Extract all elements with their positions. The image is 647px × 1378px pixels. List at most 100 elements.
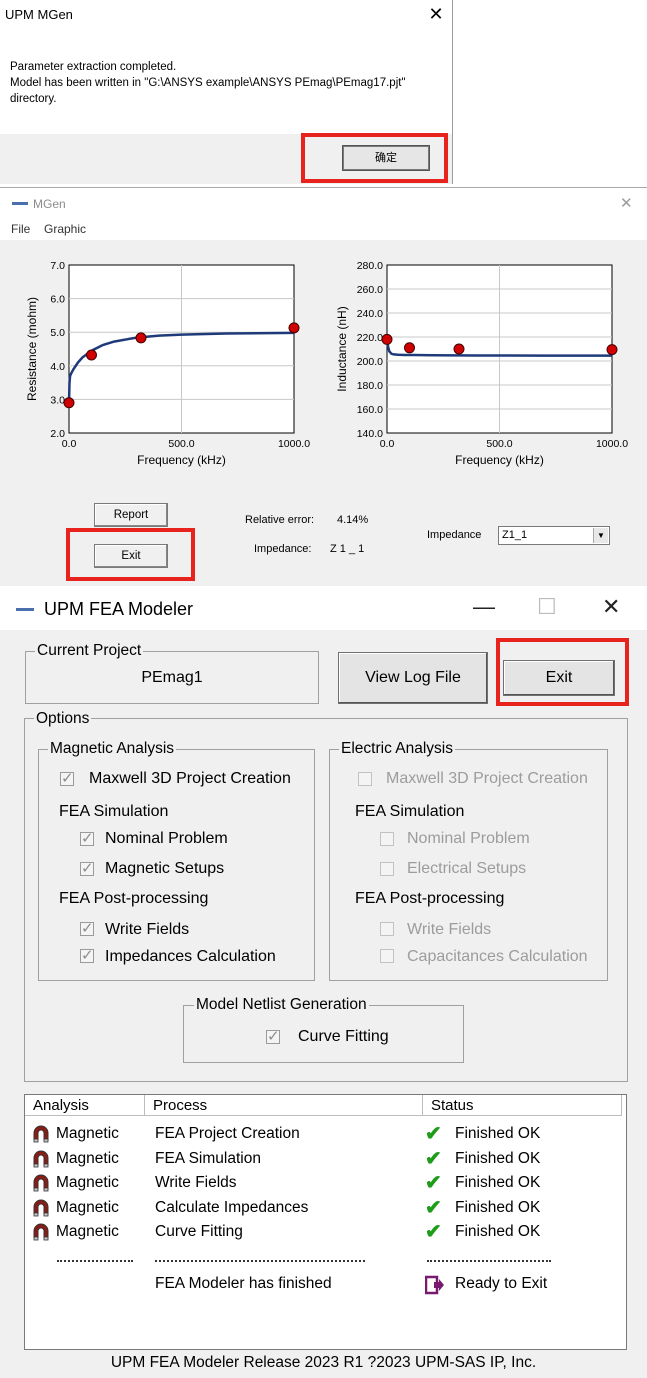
column-header-analysis[interactable]: Analysis	[25, 1095, 145, 1116]
maxwell-project-checkbox[interactable]	[60, 769, 74, 787]
y-tick-label: 3.0	[50, 394, 65, 406]
check-icon: ✔	[425, 1221, 442, 1243]
electric-nominal-problem-checkbox[interactable]	[380, 832, 394, 846]
separator-dots	[155, 1260, 365, 1262]
impedances-calculation-label: Impedances Calculation	[105, 948, 276, 965]
impedances-calculation-checkbox[interactable]	[80, 946, 94, 964]
electric-fea-simulation-label: FEA Simulation	[355, 803, 465, 820]
magnet-icon	[33, 1223, 49, 1241]
dropdown-arrow-icon[interactable]: ▼	[593, 528, 608, 543]
row-analysis: Magnetic	[56, 1149, 119, 1167]
curve-fitting-checkbox[interactable]	[266, 1027, 280, 1045]
column-header-process[interactable]: Process	[145, 1095, 423, 1116]
row-status: Finished OK	[455, 1174, 541, 1191]
magnet-icon	[33, 1174, 49, 1192]
maximize-icon[interactable]: ☐	[537, 594, 557, 620]
check-icon: ✔	[425, 1123, 442, 1145]
check-icon: ✔	[425, 1147, 442, 1170]
row-status: Finished OK	[455, 1223, 541, 1240]
curve-fitting-label: Curve Fitting	[298, 1028, 389, 1045]
row-status: Finished OK	[455, 1198, 541, 1216]
y-tick-label: 200.0	[357, 356, 383, 368]
menu-graphic[interactable]: Graphic	[44, 222, 86, 236]
row-analysis: Magnetic	[56, 1125, 119, 1142]
magnetic-setups-label: Magnetic Setups	[105, 860, 225, 877]
y-tick-label: 240.0	[357, 308, 383, 320]
dialog-title: UPM MGen	[5, 7, 73, 22]
report-button[interactable]: Report	[94, 503, 168, 527]
column-header-status[interactable]: Status	[423, 1095, 622, 1116]
measured-point	[63, 397, 75, 409]
measured-point	[381, 333, 393, 345]
dialog-message-line: directory.	[10, 93, 57, 105]
dialog-message-line: Model has been written in "G:\ANSYS exam…	[10, 77, 406, 89]
mgen-close-icon[interactable]: ✕	[620, 194, 633, 212]
relative-error-value: 4.14%	[337, 514, 369, 526]
view-log-button[interactable]: View Log File	[338, 652, 488, 704]
fea-close-icon[interactable]: ✕	[602, 594, 620, 620]
x-tick-label: 500.0	[168, 438, 194, 450]
row-process: FEA Simulation	[155, 1149, 261, 1167]
model-netlist-title: Model Netlist Generation	[194, 996, 369, 1014]
measured-point	[288, 322, 300, 334]
mgen-titlebar	[0, 188, 647, 218]
write-fields-label: Write Fields	[105, 921, 190, 938]
dialog-close-icon[interactable]: ✕	[424, 2, 448, 26]
mgen-window: MGen ✕ File Graphic 0.0 500.0 1000.0 2.0 3.0…	[0, 187, 647, 586]
mgen-menubar	[0, 218, 647, 240]
current-project-value: PEmag1	[141, 669, 203, 686]
row-analysis: Magnetic	[56, 1174, 119, 1191]
electrical-setups-label: Electrical Setups	[407, 860, 527, 877]
measured-point	[453, 343, 465, 355]
electrical-setups-checkbox[interactable]	[380, 862, 394, 876]
electric-write-fields-checkbox[interactable]	[380, 922, 394, 936]
dialog-message-line: Parameter extraction completed.	[10, 61, 177, 73]
y-tick-label: 280.0	[357, 260, 383, 272]
resistance-chart: 0.0 500.0 1000.02.03.04.05.06.07.0Frequenc…	[25, 260, 310, 467]
electric-fea-post-processing-label: FEA Post-processing	[355, 890, 505, 907]
row-status: Finished OK	[455, 1149, 541, 1167]
app-icon	[16, 608, 34, 611]
electric-maxwell-project-checkbox[interactable]	[358, 772, 372, 786]
y-axis-label: Inductance (nH)	[335, 306, 349, 391]
current-project-label: Current Project	[35, 642, 144, 660]
impedance-label: Impedance:	[254, 543, 312, 555]
x-tick-label: 1000.0	[596, 438, 628, 450]
separator-dots	[57, 1260, 133, 1262]
row-analysis: Magnetic	[56, 1223, 119, 1240]
check-icon: ✔	[425, 1196, 442, 1219]
y-tick-label: 5.0	[50, 327, 65, 339]
y-tick-label: 160.0	[357, 404, 383, 416]
y-tick-label: 2.0	[50, 428, 65, 440]
status-list[interactable]: Analysis Process Status Magnetic FEA Proj…	[24, 1094, 627, 1350]
nominal-problem-checkbox[interactable]	[80, 829, 94, 847]
minimize-icon[interactable]: —	[473, 594, 495, 620]
inductance-chart: 0.0 500.0 1000.0140.0160.0180.0200.0220.02…	[335, 260, 628, 467]
y-axis-label: Resistance (mohm)	[25, 297, 39, 401]
y-tick-label: 6.0	[50, 294, 65, 306]
exit-door-icon	[425, 1275, 444, 1295]
y-tick-label: 260.0	[357, 284, 383, 296]
measured-point	[606, 344, 618, 356]
x-axis-label: Frequency (kHz)	[455, 453, 544, 467]
row-analysis: Magnetic	[56, 1198, 119, 1216]
fea-post-processing-label: FEA Post-processing	[59, 890, 209, 907]
measured-point	[404, 342, 415, 354]
magnet-icon	[33, 1125, 49, 1143]
electric-maxwell-project-label: Maxwell 3D Project Creation	[386, 770, 588, 787]
impedance-select[interactable]: Z1_1 ▼	[498, 526, 610, 545]
magnetic-setups-checkbox[interactable]	[80, 859, 94, 877]
menu-file[interactable]: File	[11, 222, 30, 236]
write-fields-checkbox[interactable]	[80, 919, 94, 937]
nominal-problem-label: Nominal Problem	[105, 830, 228, 847]
separator-dots	[427, 1260, 551, 1262]
dialog-message: Parameter extraction completed. Model ha…	[10, 59, 445, 107]
highlight-box-ok	[301, 133, 448, 183]
relative-error-label: Relative error:	[245, 514, 315, 526]
capacitances-calculation-checkbox[interactable]	[380, 949, 394, 963]
y-tick-label: 4.0	[50, 361, 65, 373]
mgen-title: MGen	[33, 197, 66, 211]
check-icon: ✔	[425, 1172, 442, 1194]
fea-modeler-window: UPM FEA Modeler — ☐ ✕ Current Project PE…	[0, 588, 647, 1378]
electric-nominal-problem-label: Nominal Problem	[407, 830, 530, 847]
